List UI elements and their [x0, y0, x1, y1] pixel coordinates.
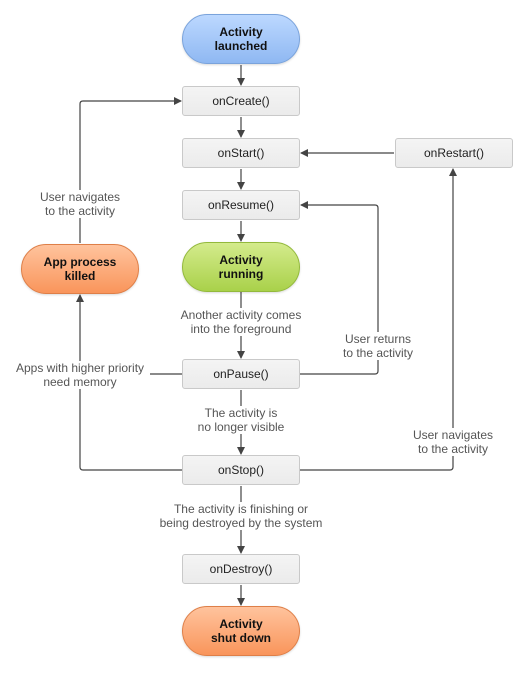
callback-ondestroy: onDestroy() [182, 554, 300, 584]
transition-label-no-longer-visible: The activity is no longer visible [191, 406, 291, 434]
state-label: App process [43, 255, 117, 269]
transition-label-line: User navigates [412, 428, 494, 442]
transition-label-line: to the activity [44, 204, 116, 218]
callback-oncreate: onCreate() [182, 86, 300, 116]
transition-label-higher-priority: Apps with higher priority need memory [12, 361, 148, 389]
callback-label: onCreate() [212, 94, 270, 108]
state-label: Activity [219, 617, 263, 631]
transition-label-line: need memory [43, 375, 117, 389]
callback-onresume: onResume() [182, 190, 300, 220]
callback-label: onStart() [217, 146, 265, 160]
state-label: killed [64, 269, 96, 283]
callback-onstart: onStart() [182, 138, 300, 168]
state-label: running [218, 267, 264, 281]
arrow-killed-to-oncreate [79, 97, 182, 243]
transition-label-line: to the activity [342, 346, 414, 360]
callback-label: onStop() [217, 463, 265, 477]
callback-onpause: onPause() [182, 359, 300, 389]
callback-onrestart: onRestart() [395, 138, 513, 168]
transition-label-line: The activity is finishing or [173, 502, 309, 516]
transition-label-user-returns: User returns to the activity [338, 332, 418, 360]
state-activity-running: Activity running [182, 242, 300, 292]
transition-label-line: User returns [344, 332, 412, 346]
state-label: Activity [219, 253, 263, 267]
callback-label: onPause() [213, 367, 269, 381]
state-activity-shut-down: Activity shut down [182, 606, 300, 656]
transition-label-finishing: The activity is finishing or being destro… [156, 502, 326, 530]
callback-label: onResume() [207, 198, 275, 212]
transition-label-user-navigates-right: User navigates to the activity [403, 428, 503, 456]
transition-label-user-navigates-left: User navigates to the activity [30, 190, 130, 218]
transition-label-another-activity: Another activity comes into the foregroun… [171, 308, 311, 336]
state-label: launched [214, 39, 268, 53]
transition-label-line: Apps with higher priority [15, 361, 145, 375]
transition-label-line: to the activity [417, 442, 489, 456]
callback-onstop: onStop() [182, 455, 300, 485]
arrow-onstop-to-onrestart [300, 168, 457, 471]
transition-label-line: into the foreground [190, 322, 292, 336]
transition-label-line: User navigates [39, 190, 121, 204]
state-label: shut down [211, 631, 271, 645]
state-label: Activity [219, 25, 263, 39]
transition-label-line: Another activity comes [180, 308, 302, 322]
callback-label: onRestart() [423, 146, 485, 160]
callback-label: onDestroy() [209, 562, 273, 576]
transition-label-line: no longer visible [197, 420, 285, 434]
state-activity-launched: Activity launched [182, 14, 300, 64]
state-app-process-killed: App process killed [21, 244, 139, 294]
transition-label-line: The activity is [204, 406, 278, 420]
transition-label-line: being destroyed by the system [159, 516, 323, 530]
